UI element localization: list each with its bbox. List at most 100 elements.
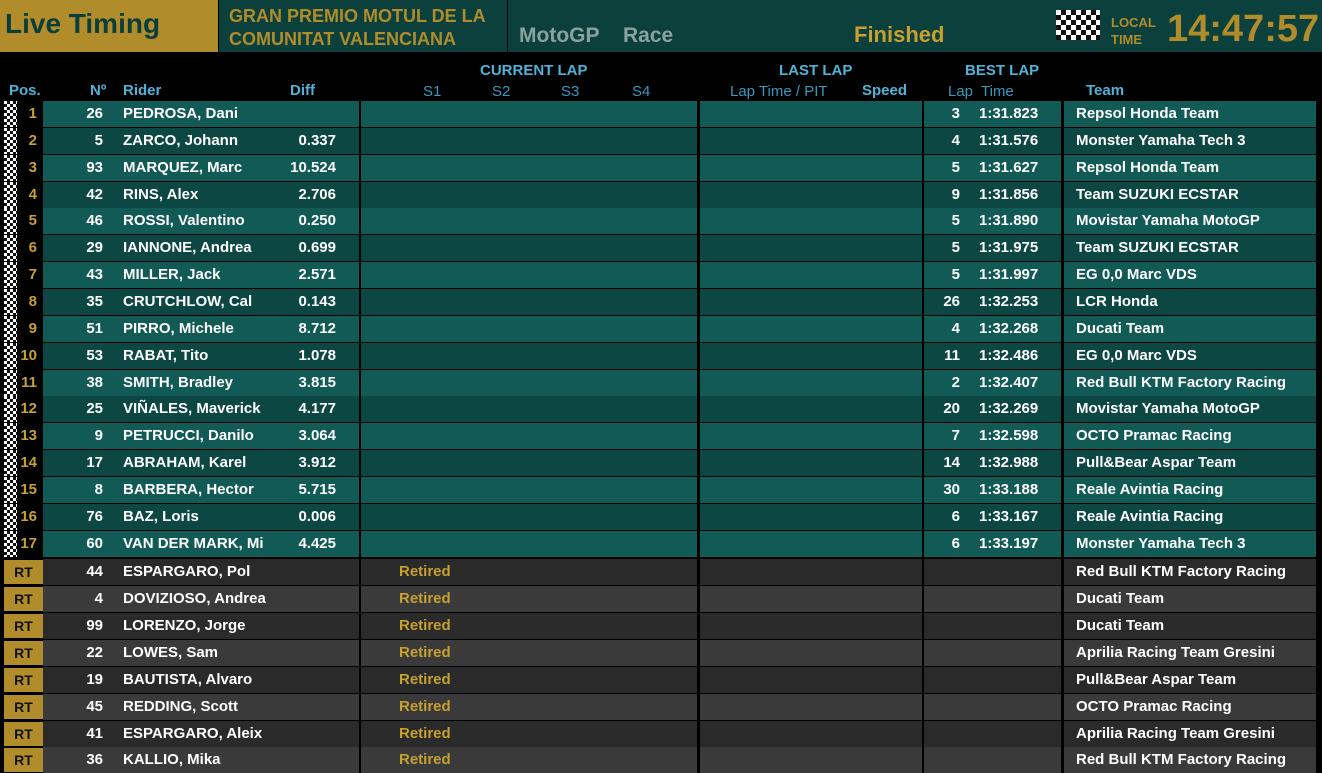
row-segment-bg xyxy=(700,666,922,693)
table-row-retired[interactable]: RT 36 KALLIO, Mika Retired Red Bull KTM Fact… xyxy=(0,747,1322,773)
table-row[interactable]: 12 25 VIÑALES, Maverick 4.177 20 1:32.269 Movi… xyxy=(0,396,1322,423)
team-name: OCTO Pramac Racing xyxy=(1076,427,1232,445)
table-row[interactable]: 16 76 BAZ, Loris 0.006 6 1:33.167 Reale Avinti… xyxy=(0,503,1322,530)
retired-badge: RT xyxy=(4,614,43,639)
retired-status: Retired xyxy=(399,724,451,742)
best-lap-time: 1:31.823 xyxy=(979,105,1039,122)
best-lap-time: 1:33.188 xyxy=(979,480,1039,498)
best-lap-time: 1:32.407 xyxy=(979,373,1039,391)
col-current-lap: CURRENT LAP xyxy=(480,62,588,79)
table-row-retired[interactable]: RT 44 ESPARGARO, Pol Retired Red Bull KTM Fa… xyxy=(0,559,1322,586)
local-label-line1: LOCAL xyxy=(1111,15,1156,30)
best-lap-number: 20 xyxy=(943,400,960,418)
team-name: Ducati Team xyxy=(1076,319,1165,337)
diff-value: 5.715 xyxy=(298,480,336,498)
retired-status: Retired xyxy=(399,751,451,769)
diff-value: 8.712 xyxy=(298,319,336,337)
row-segment-bg xyxy=(700,450,922,477)
table-row-retired[interactable]: RT 41 ESPARGARO, Aleix Retired Aprilia Racin… xyxy=(0,720,1322,747)
row-segment-bg xyxy=(361,530,697,557)
chequered-flag-icon xyxy=(4,235,17,262)
chequered-flag-icon xyxy=(4,396,17,423)
team-name: Ducati Team xyxy=(1076,590,1165,608)
local-time-label: LOCAL TIME xyxy=(1111,14,1156,48)
rider-number: 76 xyxy=(86,507,103,525)
table-row-retired[interactable]: RT 45 REDDING, Scott Retired OCTO Pramac Rac… xyxy=(0,693,1322,720)
position: 6 xyxy=(28,239,37,257)
row-segment-bg xyxy=(361,423,697,450)
position: 17 xyxy=(20,534,37,552)
row-segment-bg xyxy=(700,154,922,181)
table-row-retired[interactable]: RT 4 DOVIZIOSO, Andrea Retired Ducati Team xyxy=(0,586,1322,613)
table-row-retired[interactable]: RT 99 LORENZO, Jorge Retired Ducati Team xyxy=(0,613,1322,640)
table-row[interactable]: 13 9 PETRUCCI, Danilo 3.064 7 1:32.598 OCTO Pr… xyxy=(0,423,1322,450)
table-row[interactable]: 6 29 IANNONE, Andrea 0.699 5 1:31.975 Team SUZ… xyxy=(0,235,1322,262)
row-segment-bg xyxy=(361,154,697,181)
col-best-lap-no: Lap xyxy=(948,83,974,100)
retired-badge: RT xyxy=(4,721,43,746)
position: 16 xyxy=(20,507,37,525)
rider-name: ESPARGARO, Pol xyxy=(123,563,251,581)
team-name: Aprilia Racing Team Gresini xyxy=(1076,644,1275,661)
live-timing-title-panel: Live Timing xyxy=(0,0,218,52)
rider-number: 17 xyxy=(86,454,103,472)
row-segment-bg xyxy=(700,369,922,396)
table-row[interactable]: 15 8 BARBERA, Hector 5.715 30 1:33.188 Reale A… xyxy=(0,476,1322,503)
table-row[interactable]: 14 17 ABRAHAM, Karel 3.912 14 1:32.988 Pull&Be… xyxy=(0,450,1322,477)
table-row[interactable]: 7 43 MILLER, Jack 2.571 5 1:31.997 EG 0,0 Marc… xyxy=(0,262,1322,289)
best-lap-number: 5 xyxy=(951,239,960,257)
best-lap-number: 4 xyxy=(951,319,960,337)
table-row-retired[interactable]: RT 19 BAUTISTA, Alvaro Retired Pull&Bear Asp… xyxy=(0,666,1322,693)
row-segment-bg xyxy=(700,613,922,640)
chequered-flag-icon xyxy=(4,342,17,369)
event-panel: GRAN PREMIO MOTUL DE LA COMUNITAT VALENC… xyxy=(219,0,507,52)
row-segment-bg xyxy=(700,342,922,369)
diff-value: 0.250 xyxy=(298,212,336,230)
col-last-lap: LAST LAP xyxy=(779,62,853,79)
chequered-flag-icon xyxy=(4,127,17,154)
event-name-line2: COMUNITAT VALENCIANA xyxy=(229,29,456,49)
diff-value: 3.912 xyxy=(298,454,336,472)
diff-value: 3.064 xyxy=(298,427,336,445)
retired-status: Retired xyxy=(399,670,451,688)
diff-value xyxy=(268,101,336,127)
table-row[interactable]: 5 46 ROSSI, Valentino 0.250 5 1:31.890 Movista… xyxy=(0,208,1322,235)
table-row[interactable]: 8 35 CRUTCHLOW, Cal 0.143 26 1:32.253 LCR Hond… xyxy=(0,288,1322,315)
rider-name: LOWES, Sam xyxy=(123,644,219,661)
table-row[interactable]: 4 42 RINS, Alex 2.706 9 1:31.856 Team SUZUKI E… xyxy=(0,181,1322,208)
table-row[interactable]: 17 60 VAN DER MARK, Mi 4.425 6 1:33.197 Monste… xyxy=(0,530,1322,557)
best-lap-time: 1:31.997 xyxy=(979,266,1039,284)
rider-number: 46 xyxy=(86,212,103,230)
diff-value: 4.425 xyxy=(298,534,336,552)
position: 4 xyxy=(28,185,37,203)
row-segment-bg xyxy=(924,747,1061,773)
team-name: Aprilia Racing Team Gresini xyxy=(1076,724,1275,742)
row-segment-bg xyxy=(361,101,697,127)
table-row[interactable]: 11 38 SMITH, Bradley 3.815 2 1:32.407 Red Bull… xyxy=(0,369,1322,396)
row-segment-bg xyxy=(700,530,922,557)
rider-name: DOVIZIOSO, Andrea xyxy=(123,590,266,608)
row-segment-bg xyxy=(924,720,1061,747)
table-row[interactable]: 10 53 RABAT, Tito 1.078 11 1:32.486 EG 0,0 Mar… xyxy=(0,342,1322,369)
rider-number: 51 xyxy=(86,319,103,337)
position: 12 xyxy=(20,400,37,418)
best-lap-number: 5 xyxy=(951,158,960,176)
row-segment-bg xyxy=(700,208,922,235)
col-lap-time-pit: Lap Time / PIT xyxy=(730,83,828,100)
table-row[interactable]: 1 26 PEDROSA, Dani 3 1:31.823 Repsol Honda Te… xyxy=(0,101,1322,127)
best-lap-time: 1:32.598 xyxy=(979,427,1039,445)
rider-name: PIRRO, Michele xyxy=(123,319,234,337)
rider-name: MARQUEZ, Marc xyxy=(123,158,243,176)
rider-name: IANNONE, Andrea xyxy=(123,239,252,257)
rider-name: ZARCO, Johann xyxy=(123,131,238,149)
table-row[interactable]: 2 5 ZARCO, Johann 0.337 4 1:31.576 Monster Yam… xyxy=(0,127,1322,154)
position: 9 xyxy=(28,319,37,337)
table-row[interactable]: 9 51 PIRRO, Michele 8.712 4 1:32.268 Ducati Te… xyxy=(0,315,1322,342)
position: 8 xyxy=(28,292,37,310)
rider-number: 38 xyxy=(86,373,103,391)
rider-name: RINS, Alex xyxy=(123,185,199,203)
table-row[interactable]: 3 93 MARQUEZ, Marc 10.524 5 1:31.627 Repsol Ho… xyxy=(0,154,1322,181)
table-row-retired[interactable]: RT 22 LOWES, Sam Retired Aprilia Racing Team… xyxy=(0,640,1322,666)
position: 15 xyxy=(20,480,37,498)
rider-name: BARBERA, Hector xyxy=(123,480,254,498)
